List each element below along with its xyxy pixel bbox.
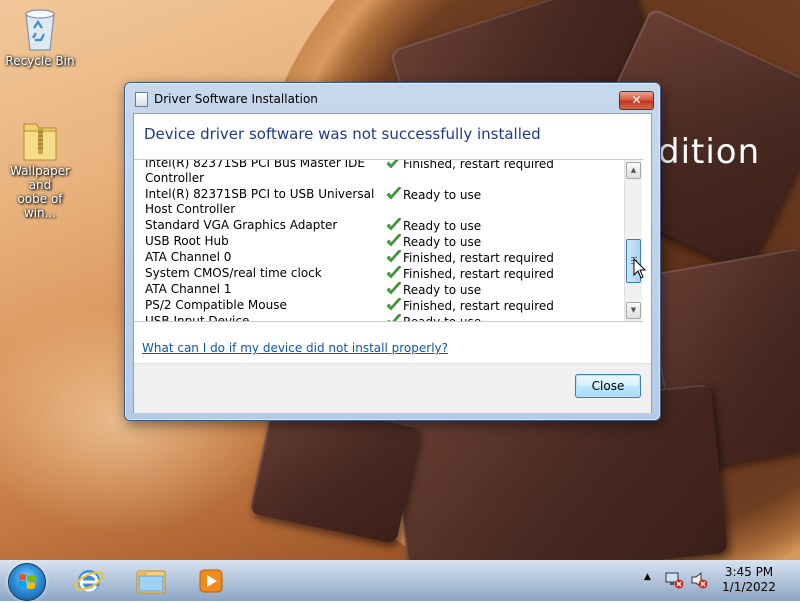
- taskbar-clock[interactable]: 3:45 PM 1/1/2022: [704, 565, 794, 595]
- device-rows: Intel(R) 82371SB PCI Bus Master IDE Cont…: [145, 159, 630, 322]
- help-link[interactable]: What can I do if my device did not insta…: [142, 341, 448, 355]
- desktop-icon-recycle-bin[interactable]: Recycle Bin: [0, 6, 80, 68]
- device-list[interactable]: Intel(R) 82371SB PCI Bus Master IDE Cont…: [134, 159, 643, 322]
- device-status: Ready to use: [386, 313, 482, 322]
- dialog-title: Driver Software Installation: [154, 92, 318, 106]
- device-status: Finished, restart required: [386, 265, 554, 282]
- zip-folder-icon: [23, 123, 57, 161]
- device-row[interactable]: Intel(R) 82371SB PCI Bus Master IDE Cont…: [145, 159, 630, 186]
- dialog-footer: Close: [134, 363, 651, 413]
- device-status-text: Ready to use: [403, 282, 482, 297]
- folder-icon: [136, 570, 166, 594]
- window-close-button[interactable]: ✕: [619, 91, 654, 110]
- device-status-text: Finished, restart required: [403, 159, 554, 171]
- clock-date: 1/1/2022: [722, 580, 776, 594]
- checkmark-icon: [386, 217, 402, 230]
- scroll-down-button[interactable]: ▼: [626, 302, 641, 319]
- checkmark-icon: [386, 186, 402, 199]
- device-row[interactable]: ATA Channel 0 Finished, restart required: [145, 249, 630, 265]
- device-name: Standard VGA Graphics Adapter: [145, 217, 338, 232]
- checkmark-icon: [387, 313, 402, 321]
- device-status: Finished, restart required: [386, 297, 554, 314]
- taskbar-media-player[interactable]: [184, 563, 238, 599]
- checkmark-icon: [386, 160, 399, 168]
- clock-time: 3:45 PM: [724, 565, 774, 579]
- close-button[interactable]: Close: [575, 374, 641, 398]
- device-row[interactable]: Standard VGA Graphics Adapter Ready to us…: [145, 217, 630, 233]
- checkmark-icon: [386, 281, 402, 294]
- checkmark-icon: [386, 233, 402, 246]
- taskbar-internet-explorer[interactable]: [62, 563, 116, 599]
- dialog-heading: Device driver software was not successfu…: [144, 125, 541, 143]
- device-row[interactable]: System CMOS/real time clock Finished, res…: [145, 265, 630, 281]
- device-name: USB Input Device: [145, 313, 250, 322]
- up-arrow-icon: ▲: [644, 572, 651, 582]
- device-name: Intel(R) 82371SB PCI Bus Master IDE Cont…: [145, 159, 365, 185]
- device-status-text: Finished, restart required: [403, 266, 554, 281]
- device-status-text: Ready to use: [403, 187, 482, 202]
- device-status-text: Finished, restart required: [403, 298, 554, 313]
- dialog-titlebar[interactable]: Driver Software Installation ✕: [125, 83, 660, 113]
- device-status: Ready to use: [386, 233, 481, 250]
- checkmark-icon: [386, 265, 402, 278]
- recycle-bin-label: Recycle Bin: [5, 54, 75, 68]
- device-status-text: Finished, restart required: [403, 250, 554, 265]
- checkmark-icon: [386, 249, 402, 262]
- network-disconnected-icon[interactable]: [664, 571, 684, 589]
- device-name: USB Root Hub: [145, 233, 229, 248]
- device-row[interactable]: USB Root Hub Ready to use: [145, 233, 630, 249]
- dialog-content: Device driver software was not successfu…: [133, 113, 652, 413]
- device-status: Finished, restart required: [386, 159, 554, 172]
- driver-install-dialog: Driver Software Installation ✕ Device dr…: [124, 82, 661, 421]
- close-icon: ✕: [631, 93, 642, 107]
- wallpaper-text: dition: [658, 132, 761, 172]
- media-player-icon: [199, 569, 223, 593]
- device-status: Ready to use: [386, 186, 481, 203]
- device-status-text: Ready to use: [403, 234, 482, 249]
- device-name: Intel(R) 82371SB PCI to USB Universal Ho…: [145, 186, 375, 216]
- wallpaper-label-line1: Wallpaper and: [9, 164, 71, 192]
- windows-logo-icon: [19, 574, 35, 589]
- device-row[interactable]: USB Input Device Ready to use: [145, 313, 630, 322]
- device-name: ATA Channel 0: [145, 249, 232, 264]
- device-row[interactable]: PS/2 Compatible Mouse Finished, restart r…: [145, 297, 630, 313]
- document-icon: [135, 92, 148, 107]
- recycle-bin-icon: [25, 9, 55, 51]
- vertical-scrollbar[interactable]: ▲ ▼: [624, 160, 642, 321]
- show-hidden-icons-button[interactable]: ▲: [644, 572, 651, 582]
- internet-explorer-icon: [74, 570, 104, 592]
- device-status: Ready to use: [386, 281, 481, 298]
- device-status: Finished, restart required: [386, 249, 554, 266]
- device-status-text: Ready to use: [403, 314, 482, 322]
- start-button[interactable]: [8, 563, 46, 601]
- device-name: System CMOS/real time clock: [145, 265, 322, 280]
- scroll-up-button[interactable]: ▲: [626, 162, 641, 179]
- taskbar-windows-explorer[interactable]: [124, 563, 178, 599]
- device-row[interactable]: ATA Channel 1 Ready to use: [145, 281, 630, 297]
- device-status-text: Ready to use: [403, 218, 482, 233]
- checkmark-icon: [386, 297, 402, 310]
- mouse-cursor-icon: [633, 258, 647, 279]
- device-name: PS/2 Compatible Mouse: [145, 297, 287, 312]
- desktop-icon-wallpaper-zip[interactable]: Wallpaper and oobe of win...: [0, 118, 80, 220]
- device-row[interactable]: Intel(R) 82371SB PCI to USB Universal Ho…: [145, 186, 630, 217]
- wallpaper-label-line2: oobe of win...: [17, 192, 63, 220]
- device-status: Ready to use: [386, 217, 481, 234]
- device-name: ATA Channel 1: [145, 281, 232, 296]
